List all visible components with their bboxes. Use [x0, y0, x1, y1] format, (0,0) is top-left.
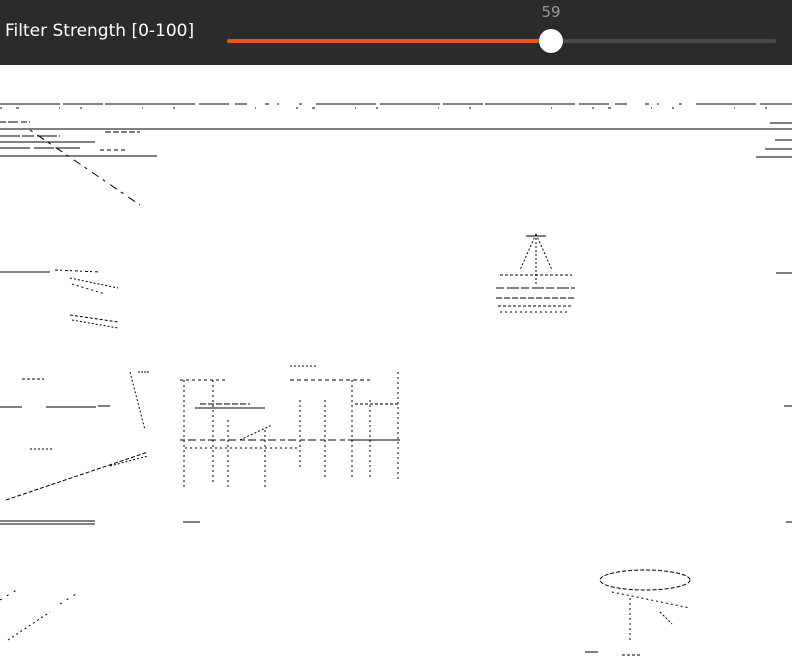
- slider-value-label: 59: [541, 3, 561, 21]
- filter-strength-slider[interactable]: 59: [227, 4, 776, 54]
- edge-image: [0, 103, 792, 656]
- slider-fill: [227, 39, 551, 43]
- filtered-image-view: [0, 65, 792, 657]
- filter-strength-label: Filter Strength [0-100]: [5, 21, 195, 41]
- slider-thumb[interactable]: [539, 29, 563, 53]
- filter-toolbar: Filter Strength [0-100] 59: [0, 0, 792, 65]
